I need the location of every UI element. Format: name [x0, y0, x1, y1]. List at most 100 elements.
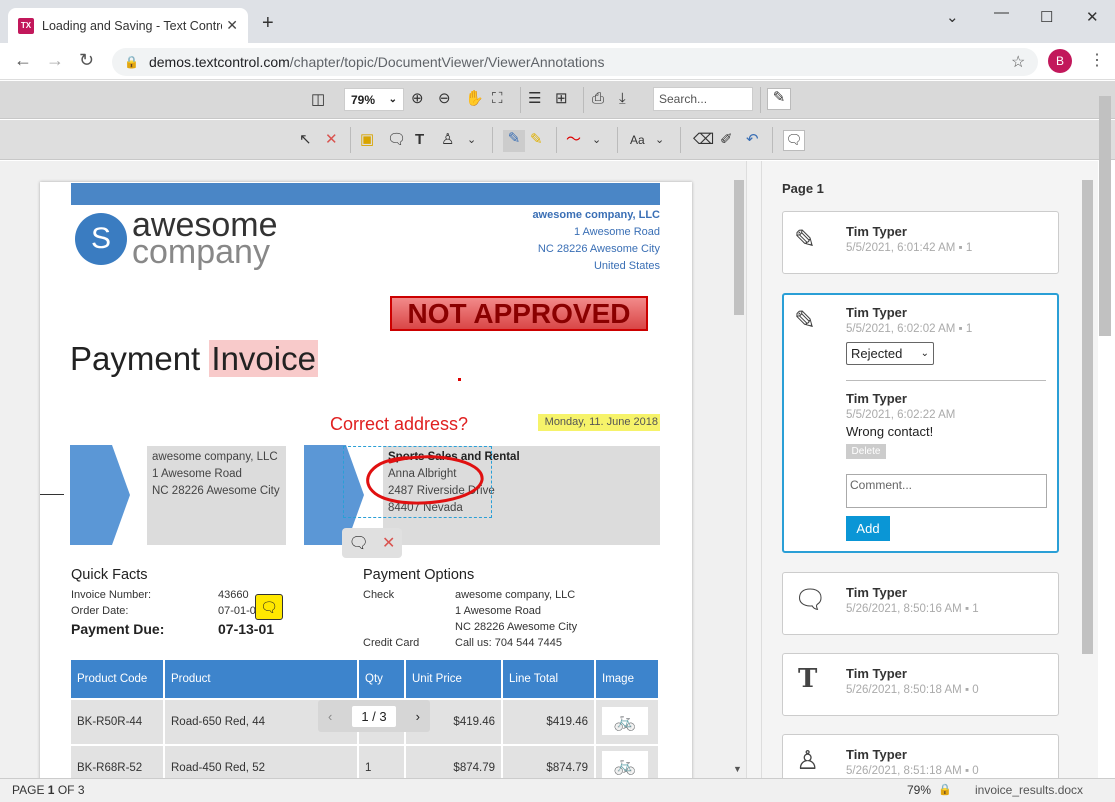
- invoice-number-value: 43660: [218, 589, 249, 601]
- comment-icon[interactable]: 🗨: [387, 131, 406, 149]
- page-status-prefix: PAGE: [12, 783, 48, 797]
- page-navigator: ‹ 1 / 3 ›: [318, 700, 430, 732]
- new-tab-icon[interactable]: +: [262, 13, 274, 33]
- card-author: Tim Typer: [846, 305, 907, 320]
- forward-icon[interactable]: →: [46, 50, 64, 71]
- eraser-icon[interactable]: ⌫: [693, 131, 714, 149]
- sticky-note-icon[interactable]: 🗨: [255, 594, 283, 620]
- chevron-down-icon[interactable]: ⌄: [592, 131, 601, 149]
- card-date-text: 5/5/2021, 6:02:02 AM: [846, 323, 956, 335]
- card-date: 5/26/2021, 8:50:18 AM ▪ 0: [846, 684, 979, 696]
- delete-reply-button[interactable]: Delete: [846, 444, 886, 459]
- comments-panel-icon[interactable]: 🗨: [783, 130, 805, 151]
- chevron-right-icon[interactable]: ›: [416, 709, 420, 724]
- close-tab-icon[interactable]: ✕: [226, 17, 238, 34]
- comment-count-icon: ▪: [964, 765, 970, 777]
- chevron-left-icon[interactable]: ‹: [328, 709, 332, 724]
- undo-icon[interactable]: ↶: [746, 131, 759, 149]
- quick-facts-heading: Quick Facts: [71, 567, 148, 583]
- toolbar-divider: [492, 127, 493, 153]
- pen-icon: ✎: [794, 305, 816, 335]
- text-icon[interactable]: T: [415, 131, 424, 149]
- page-scroll-thumb[interactable]: [1099, 96, 1111, 336]
- chevron-down-icon[interactable]: ⌄: [467, 131, 476, 149]
- toolbar-divider: [680, 127, 681, 153]
- toolbar-divider: [583, 87, 584, 113]
- text-annotation[interactable]: Correct address?: [330, 414, 468, 435]
- title-highlight[interactable]: Invoice: [209, 340, 318, 377]
- back-icon[interactable]: ←: [14, 50, 32, 71]
- reply-divider: [846, 380, 1046, 381]
- url-field[interactable]: 🔒 demos.textcontrol.com/chapter/topic/Do…: [112, 48, 1038, 76]
- status-select[interactable]: Rejected ⌄: [846, 342, 934, 365]
- sidebar-toggle-icon[interactable]: ◫: [311, 91, 325, 109]
- card-date: 5/5/2021, 6:02:02 AM ▪ 1: [846, 323, 972, 335]
- comment-count: 1: [972, 603, 979, 615]
- favicon-icon: TX: [18, 17, 34, 34]
- status-zoom: 79%: [907, 783, 932, 797]
- panel-page-label: Page 1: [782, 181, 824, 196]
- highlight-text-icon[interactable]: ▣: [360, 131, 374, 149]
- comment-icon[interactable]: 🗨: [349, 533, 369, 553]
- selection-box[interactable]: [343, 446, 492, 518]
- fit-page-icon[interactable]: ⛶: [492, 90, 503, 108]
- order-date-label: Order Date:: [71, 605, 129, 617]
- company-logo: S: [75, 213, 127, 265]
- scroll-down-icon[interactable]: ▼: [733, 764, 742, 774]
- toolbar-divider: [350, 127, 351, 153]
- minimize-window-icon[interactable]: —: [994, 4, 1009, 21]
- chevron-down-icon[interactable]: ⌄: [655, 131, 664, 149]
- order-date-value: 07-01-0: [218, 605, 256, 617]
- panel-scroll-thumb[interactable]: [1082, 180, 1093, 654]
- table-cell: $419.46: [503, 700, 594, 744]
- add-comment-button[interactable]: Add: [846, 516, 890, 541]
- thumbnails-icon[interactable]: ⊞: [555, 90, 568, 108]
- company-name: awesome company, LLC: [532, 209, 660, 221]
- search-input[interactable]: Search...: [653, 87, 753, 111]
- payment-due-value: 07-13-01: [218, 621, 275, 637]
- delete-icon[interactable]: ✕: [325, 131, 338, 149]
- invoice-number-label: Invoice Number:: [71, 589, 152, 601]
- stamp-icon[interactable]: ♙: [441, 131, 454, 149]
- card-date-text: 5/26/2021, 8:50:16 AM: [846, 603, 962, 615]
- reload-icon[interactable]: ↻: [79, 50, 94, 71]
- not-approved-stamp[interactable]: NOT APPROVED: [390, 296, 648, 331]
- company-country: United States: [593, 260, 660, 272]
- bookmark-star-icon[interactable]: ☆: [1011, 52, 1025, 72]
- annotation-toggle-icon[interactable]: ✎: [767, 88, 791, 110]
- ink-dot: [458, 378, 461, 381]
- date-highlight[interactable]: Monday, 11. June 2018: [538, 414, 660, 431]
- browser-tab[interactable]: TX Loading and Saving - Text Control ✕: [8, 8, 248, 43]
- font-size-icon[interactable]: Aa: [630, 131, 645, 149]
- panel-splitter[interactable]: [746, 161, 762, 778]
- bike-image: 🚲: [602, 751, 648, 779]
- single-page-icon[interactable]: ☰: [528, 90, 541, 108]
- profile-avatar[interactable]: B: [1048, 49, 1072, 73]
- comment-count: 1: [965, 242, 973, 254]
- table-header: Image: [596, 660, 658, 698]
- marker-icon[interactable]: ✎: [530, 131, 543, 149]
- close-window-icon[interactable]: ✕: [1086, 8, 1099, 26]
- table-cell: BK-R50R-44: [71, 700, 163, 744]
- download-icon[interactable]: ⤓: [619, 90, 626, 108]
- from-address-box: awesome company, LLC 1 Awesome Road NC 2…: [147, 446, 286, 545]
- zoom-in-icon[interactable]: ⊕: [411, 90, 424, 108]
- pointer-icon[interactable]: ↖: [299, 131, 312, 149]
- card-date: 5/26/2021, 8:50:16 AM ▪ 1: [846, 603, 979, 615]
- chevron-down-icon: ⌄: [388, 94, 397, 105]
- print-icon[interactable]: ⎙: [592, 90, 604, 108]
- pen-icon[interactable]: ✎: [503, 130, 525, 152]
- stroke-color-icon[interactable]: 〜: [566, 131, 581, 149]
- zoom-select[interactable]: 79% ⌄: [344, 88, 404, 111]
- bike-image: 🚲: [602, 707, 648, 735]
- comment-input[interactable]: Comment...: [846, 474, 1047, 508]
- minimize-icon[interactable]: ⌄: [946, 8, 959, 26]
- pan-hand-icon[interactable]: ✋: [465, 90, 484, 108]
- maximize-icon[interactable]: ☐: [1040, 8, 1053, 26]
- page-indicator[interactable]: 1 / 3: [352, 705, 396, 727]
- zoom-out-icon[interactable]: ⊖: [438, 90, 451, 108]
- browser-menu-icon[interactable]: ⋮: [1089, 50, 1105, 70]
- viewer-scroll-thumb[interactable]: [734, 180, 744, 315]
- delete-icon[interactable]: ✕: [382, 533, 395, 553]
- erase-stroke-icon[interactable]: ✐: [720, 131, 733, 149]
